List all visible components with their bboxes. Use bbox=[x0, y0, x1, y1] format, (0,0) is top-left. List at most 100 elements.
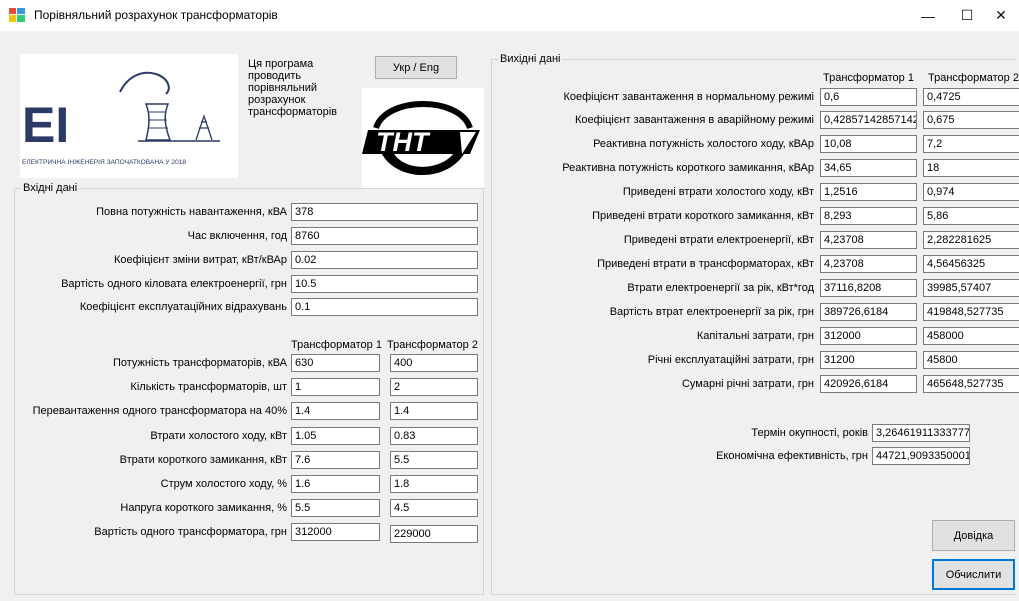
output-reduced-no-load-loss-t2[interactable]: 0,974 bbox=[923, 183, 1019, 201]
input-col-header-t2: Трансформатор 2 bbox=[387, 339, 478, 351]
output-annual-energy-loss-t1[interactable]: 37116,8208 bbox=[820, 279, 917, 297]
payback-value[interactable]: 3,26461911333777 bbox=[872, 424, 970, 442]
input-load-power[interactable]: 378 bbox=[291, 203, 478, 221]
input-kwh-price[interactable]: 10.5 bbox=[291, 275, 478, 293]
input-no-load-loss-t1[interactable]: 1.05 bbox=[291, 427, 380, 445]
ei-logo-graphic: EI ЕЛЕКТРИЧНА ІНЖЕНЕРІЯ ЗАПОЧАТКОВАНА У … bbox=[22, 71, 220, 166]
title-bar: Порівняльний розрахунок трансформаторів … bbox=[0, 0, 1019, 31]
output-label-annual-energy-loss: Втрати електроенергії за рік, кВт*год bbox=[627, 282, 814, 294]
output-reactive-no-load-t1[interactable]: 10,08 bbox=[820, 135, 917, 153]
tntu-logo-letters: ТНТ bbox=[376, 127, 431, 157]
output-label-load-coef-normal: Коефіцієнт завантаження в нормальному ре… bbox=[563, 91, 814, 103]
help-button[interactable]: Довідка bbox=[932, 520, 1015, 551]
output-label-reduced-short-circuit-loss: Приведені втрати короткого замикання, кВ… bbox=[592, 210, 814, 222]
output-load-coef-emergency-t1[interactable]: 0,428571428571428 bbox=[820, 111, 917, 129]
input-label-transformer-power: Потужність трансформаторів, кВА bbox=[112, 357, 287, 369]
input-transformer-price-t1[interactable]: 312000 bbox=[291, 523, 380, 541]
close-icon: ✕ bbox=[995, 7, 1007, 23]
output-label-annual-loss-cost: Вартість втрат електроенергії за рік, гр… bbox=[609, 306, 814, 318]
efficiency-label: Економічна ефективність, грн bbox=[716, 450, 868, 462]
output-label-total-annual-cost: Сумарні річні затрати, грн bbox=[681, 378, 814, 390]
help-button-label: Довідка bbox=[953, 529, 994, 542]
calculate-button-label: Обчислити bbox=[945, 568, 1002, 581]
input-label-on-time: Час включення, год bbox=[187, 230, 287, 242]
output-capital-cost-t2[interactable]: 458000 bbox=[923, 327, 1019, 345]
output-load-coef-emergency-t2[interactable]: 0,675 bbox=[923, 111, 1019, 129]
output-label-reactive-no-load: Реактивна потужність холостого ходу, кВА… bbox=[593, 138, 814, 150]
output-annual-loss-cost-t2[interactable]: 419848,527735 bbox=[923, 303, 1019, 321]
language-toggle-button[interactable]: Укр / Eng bbox=[375, 56, 457, 79]
output-reduced-no-load-loss-t1[interactable]: 1,2516 bbox=[820, 183, 917, 201]
output-col-header-t2: Трансформатор 2 bbox=[928, 72, 1019, 84]
output-annual-operating-cost-t2[interactable]: 45800 bbox=[923, 351, 1019, 369]
output-reduced-energy-loss-t1[interactable]: 4,23708 bbox=[820, 231, 917, 249]
tntu-logo: ТНТ bbox=[362, 88, 484, 188]
input-transformer-power-t2[interactable]: 400 bbox=[390, 354, 478, 372]
input-on-time[interactable]: 8760 bbox=[291, 227, 478, 245]
input-label-kwh-price: Вартість одного кіловата електроенергії,… bbox=[61, 278, 287, 290]
ei-logo-caption: ЕЛЕКТРИЧНА ІНЖЕНЕРІЯ ЗАПОЧАТКОВАНА У 201… bbox=[22, 159, 186, 166]
input-label-transformer-count: Кількість трансформаторів, шт bbox=[130, 381, 287, 393]
output-reactive-short-circuit-t2[interactable]: 18 bbox=[923, 159, 1019, 177]
efficiency-value[interactable]: 44721,9093350001 bbox=[872, 447, 970, 465]
output-label-reactive-short-circuit: Реактивна потужність короткого замикання… bbox=[562, 162, 814, 174]
output-annual-operating-cost-t1[interactable]: 31200 bbox=[820, 351, 917, 369]
input-short-circuit-voltage-t2[interactable]: 4.5 bbox=[390, 499, 478, 517]
output-reactive-no-load-t2[interactable]: 7,2 bbox=[923, 135, 1019, 153]
input-label-no-load-loss: Втрати холостого ходу, кВт bbox=[150, 430, 287, 442]
input-label-transformer-price: Вартість одного трансформатора, грн bbox=[94, 526, 287, 538]
output-total-annual-cost-t2[interactable]: 465648,527735 bbox=[923, 375, 1019, 393]
output-label-reduced-energy-loss: Приведені втрати електроенергії, кВт bbox=[623, 234, 814, 246]
payback-label: Термін окупності, років bbox=[751, 427, 868, 439]
input-label-operating-coef: Коефіцієнт експлуатаційних відрахувань bbox=[79, 301, 287, 313]
ei-logo-letters: EI bbox=[22, 97, 69, 153]
calculate-button[interactable]: Обчислити bbox=[932, 559, 1015, 590]
output-load-coef-normal-t2[interactable]: 0,4725 bbox=[923, 88, 1019, 106]
input-label-no-load-current: Струм холостого ходу, % bbox=[160, 478, 287, 490]
output-reduced-short-circuit-loss-t1[interactable]: 8,293 bbox=[820, 207, 917, 225]
input-overload-t2[interactable]: 1.4 bbox=[390, 402, 478, 420]
output-reduced-transformer-loss-t1[interactable]: 4,23708 bbox=[820, 255, 917, 273]
input-label-short-circuit-voltage: Напруга короткого замикання, % bbox=[120, 502, 287, 514]
output-label-capital-cost: Капітальні затрати, грн bbox=[696, 330, 814, 342]
input-short-circuit-loss-t2[interactable]: 5.5 bbox=[390, 451, 478, 469]
output-label-reduced-no-load-loss: Приведені втрати холостого ходу, кВт bbox=[622, 186, 814, 198]
output-annual-energy-loss-t2[interactable]: 39985,57407 bbox=[923, 279, 1019, 297]
output-label-annual-operating-cost: Річні експлуатаційні затрати, грн bbox=[647, 354, 814, 366]
input-label-loss-coef: Коефіцієнт зміни витрат, кВт/кВАр bbox=[113, 254, 287, 266]
output-total-annual-cost-t1[interactable]: 420926,6184 bbox=[820, 375, 917, 393]
output-col-header-t1: Трансформатор 1 bbox=[823, 72, 914, 84]
input-label-load-power: Повна потужність навантаження, кВА bbox=[96, 206, 287, 218]
minimize-icon: — bbox=[921, 7, 935, 24]
output-reduced-energy-loss-t2[interactable]: 2,282281625 bbox=[923, 231, 1019, 249]
input-no-load-current-t1[interactable]: 1.6 bbox=[291, 475, 380, 493]
close-button[interactable]: ✕ bbox=[978, 0, 1019, 31]
input-operating-coef[interactable]: 0.1 bbox=[291, 298, 478, 316]
output-label-reduced-transformer-loss: Приведені втрати в трансформаторах, кВт bbox=[597, 258, 814, 270]
output-reduced-short-circuit-loss-t2[interactable]: 5,86 bbox=[923, 207, 1019, 225]
app-window-icon bbox=[9, 8, 25, 22]
input-col-header-t1: Трансформатор 1 bbox=[291, 339, 382, 351]
output-annual-loss-cost-t1[interactable]: 389726,6184 bbox=[820, 303, 917, 321]
language-toggle-label: Укр / Eng bbox=[392, 61, 440, 74]
input-no-load-current-t2[interactable]: 1.8 bbox=[390, 475, 478, 493]
input-transformer-count-t1[interactable]: 1 bbox=[291, 378, 380, 396]
output-label-load-coef-emergency: Коефіцієнт завантаження в аварійному реж… bbox=[574, 114, 814, 126]
input-short-circuit-voltage-t1[interactable]: 5.5 bbox=[291, 499, 380, 517]
input-loss-coef[interactable]: 0.02 bbox=[291, 251, 478, 269]
input-overload-t1[interactable]: 1.4 bbox=[291, 402, 380, 420]
input-label-short-circuit-loss: Втрати короткого замикання, кВт bbox=[119, 454, 287, 466]
input-transformer-power-t1[interactable]: 630 bbox=[291, 354, 380, 372]
input-transformer-count-t2[interactable]: 2 bbox=[390, 378, 478, 396]
program-description: Ця програма проводить порівняльний розра… bbox=[248, 58, 338, 118]
output-reactive-short-circuit-t1[interactable]: 34,65 bbox=[820, 159, 917, 177]
output-load-coef-normal-t1[interactable]: 0,6 bbox=[820, 88, 917, 106]
input-transformer-price-t2[interactable]: 229000 bbox=[390, 525, 478, 543]
window-title: Порівняльний розрахунок трансформаторів bbox=[34, 8, 278, 22]
input-short-circuit-loss-t1[interactable]: 7.6 bbox=[291, 451, 380, 469]
output-group-title: Вихідні дані bbox=[498, 53, 563, 65]
ei-logo: EI ЕЛЕКТРИЧНА ІНЖЕНЕРІЯ ЗАПОЧАТКОВАНА У … bbox=[20, 54, 238, 178]
output-reduced-transformer-loss-t2[interactable]: 4,56456325 bbox=[923, 255, 1019, 273]
input-no-load-loss-t2[interactable]: 0.83 bbox=[390, 427, 478, 445]
output-capital-cost-t1[interactable]: 312000 bbox=[820, 327, 917, 345]
